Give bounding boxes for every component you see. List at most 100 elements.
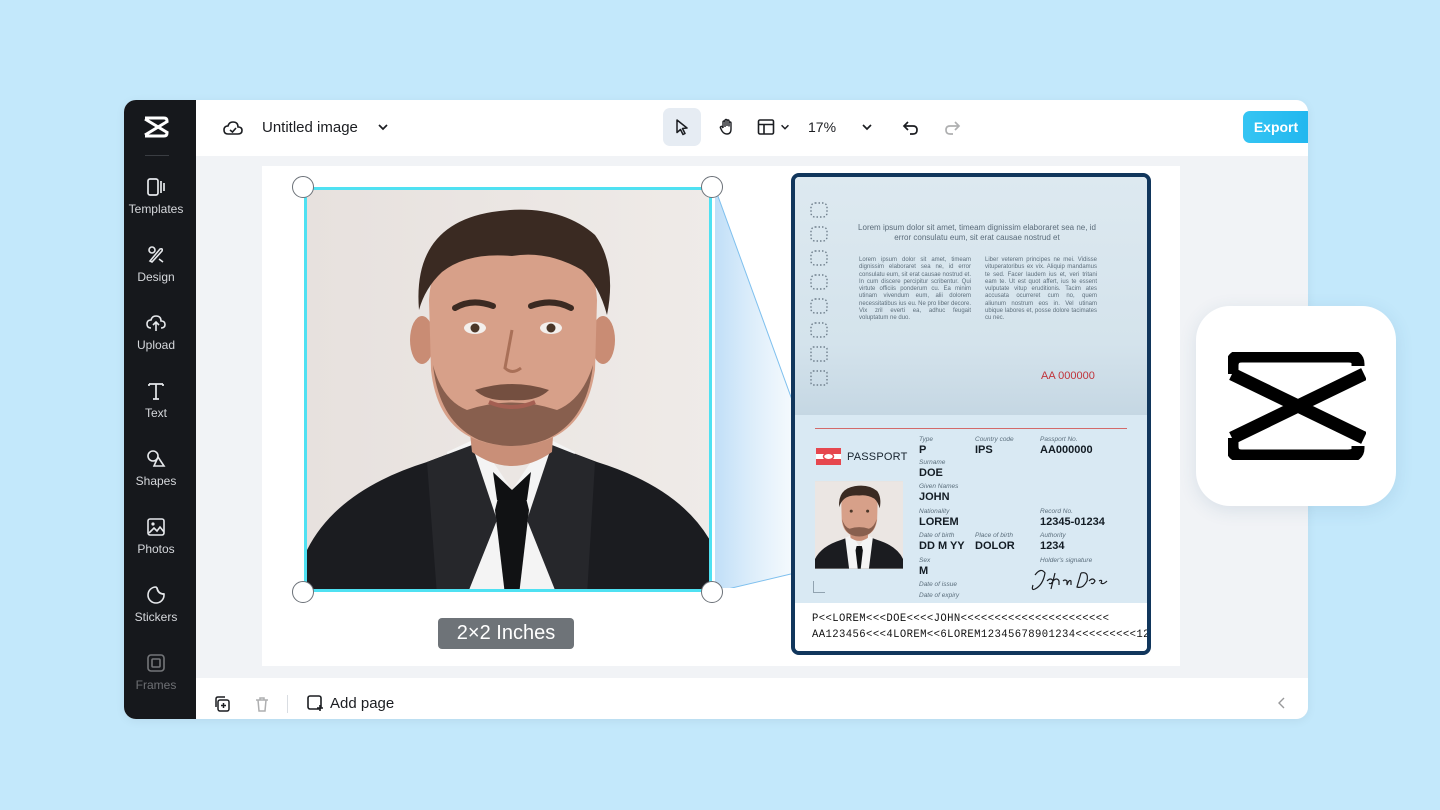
capcut-logo-icon — [1228, 352, 1366, 460]
passport-intro-text: Lorem ipsum dolor sit amet, timeam digni… — [858, 223, 1096, 242]
toolbar-divider — [287, 695, 288, 713]
add-page-button[interactable]: Add page — [306, 692, 394, 714]
undo-icon[interactable] — [900, 116, 922, 138]
signature-image — [1031, 569, 1108, 591]
cloud-saved-icon[interactable] — [222, 117, 244, 139]
resize-handle-bottom-right[interactable] — [701, 581, 723, 603]
stickers-icon — [147, 586, 165, 604]
top-toolbar: Untitled image 17% Export — [196, 100, 1308, 156]
field-type: P — [919, 444, 927, 456]
zoom-chevron-down-icon[interactable] — [860, 120, 874, 134]
hand-tool-button[interactable] — [708, 108, 746, 146]
sidebar-item-label: Templates — [128, 202, 184, 216]
photos-icon — [147, 518, 165, 536]
mrz-line-2: AA123456<<<4LOREM<<6LOREM12345678901234<… — [812, 629, 1150, 641]
layout-icon — [757, 119, 774, 135]
field-dob: DD M YY — [919, 540, 965, 552]
chevron-down-icon — [780, 124, 789, 130]
perforation-number — [810, 202, 828, 386]
select-tool-button[interactable] — [663, 108, 701, 146]
sidebar-item-design[interactable]: Design — [124, 244, 188, 304]
shapes-icon — [147, 450, 166, 467]
layout-tool-button[interactable] — [752, 108, 794, 146]
resize-handle-top-left[interactable] — [292, 176, 314, 198]
sidebar-item-label: Shapes — [135, 474, 177, 488]
templates-icon — [147, 178, 165, 196]
field-label-signature: Holder's signature — [1040, 557, 1093, 564]
field-pob: DOLOR — [975, 540, 1015, 552]
mrz-line-1: P<<LOREM<<<DOE<<<<JOHN<<<<<<<<<<<<<<<<<<… — [812, 613, 1110, 625]
passport-top-page: Lorem ipsum dolor sit amet, timeam digni… — [795, 177, 1147, 415]
sidebar-item-text[interactable]: Text — [124, 380, 188, 440]
sidebar: Templates Design Upload Text Shapes Phot… — [124, 100, 196, 719]
sidebar-item-frames[interactable]: Frames — [124, 652, 188, 712]
field-label-nationality: Nationality — [919, 508, 950, 515]
field-given: JOHN — [919, 491, 950, 503]
capcut-logo-icon — [144, 116, 169, 138]
sidebar-item-label: Photos — [137, 542, 175, 556]
sidebar-item-label: Text — [144, 406, 167, 420]
sidebar-item-label: Design — [137, 270, 175, 284]
field-nationality: LOREM — [919, 516, 959, 528]
portrait-photo[interactable] — [304, 187, 712, 592]
chevron-down-icon[interactable] — [376, 120, 390, 134]
redo-icon[interactable] — [941, 116, 963, 138]
portrait-image — [307, 190, 709, 589]
field-sex: M — [919, 565, 929, 577]
field-label-passport-no: Passport No. — [1040, 436, 1078, 443]
sidebar-item-label: Frames — [135, 678, 177, 692]
delete-page-icon[interactable] — [253, 695, 271, 713]
size-label: 2×2 Inches — [438, 618, 574, 649]
field-label-type: Type — [919, 436, 933, 443]
sidebar-item-upload[interactable]: Upload — [124, 312, 188, 372]
passport-heading: PASSPORT — [847, 451, 908, 463]
text-icon — [148, 383, 164, 400]
field-label-authority: Authority — [1040, 532, 1066, 539]
flag-icon — [816, 448, 841, 465]
sidebar-item-label: Stickers — [134, 610, 178, 624]
chevron-left-icon[interactable] — [1274, 695, 1288, 711]
field-label-dob: Date of birth — [919, 532, 955, 539]
export-button[interactable]: Export — [1243, 111, 1308, 143]
field-label-surname: Surname — [919, 459, 946, 466]
document-title[interactable]: Untitled image — [262, 119, 358, 136]
sidebar-divider — [145, 155, 169, 156]
sidebar-item-shapes[interactable]: Shapes — [124, 448, 188, 508]
frames-icon — [147, 654, 165, 672]
bottom-toolbar: Add page — [196, 678, 1308, 719]
passport-portrait-image — [815, 481, 903, 569]
field-passport-no: AA000000 — [1040, 444, 1093, 456]
divider-line — [815, 428, 1127, 429]
field-label-given: Given Names — [919, 483, 959, 490]
sidebar-item-templates[interactable]: Templates — [124, 176, 188, 236]
pointer-icon — [676, 119, 688, 136]
passport-photo — [815, 481, 903, 569]
resize-handle-bottom-left[interactable] — [292, 581, 314, 603]
field-label-pob: Place of birth — [975, 532, 1013, 539]
field-label-issue: Date of issue — [919, 581, 957, 588]
machine-readable-zone: P<<LOREM<<<DOE<<<<JOHN<<<<<<<<<<<<<<<<<<… — [795, 603, 1147, 651]
field-surname: DOE — [919, 467, 943, 479]
design-icon — [148, 246, 164, 263]
duplicate-page-icon[interactable] — [213, 695, 231, 713]
field-label-country: Country code — [975, 436, 1014, 443]
hand-icon — [719, 118, 732, 135]
sidebar-item-stickers[interactable]: Stickers — [124, 584, 188, 644]
corner-mark — [813, 581, 825, 593]
resize-handle-top-right[interactable] — [701, 176, 723, 198]
capcut-app-tile — [1196, 306, 1396, 506]
zoom-level[interactable]: 17% — [808, 119, 836, 135]
field-label-expiry: Date of expiry — [919, 592, 960, 599]
sidebar-item-label: Upload — [136, 338, 176, 352]
passport-preview[interactable]: Lorem ipsum dolor sit amet, timeam digni… — [791, 173, 1151, 655]
field-label-sex: Sex — [919, 557, 931, 564]
sidebar-item-photos[interactable]: Photos — [124, 516, 188, 576]
passport-serial: AA 000000 — [1041, 370, 1095, 382]
add-page-label: Add page — [330, 694, 395, 712]
add-page-icon — [307, 695, 323, 711]
field-country: IPS — [975, 444, 993, 456]
field-authority: 1234 — [1040, 540, 1065, 552]
field-label-record: Record No. — [1040, 508, 1073, 515]
passport-text-right: Liber veterem principes ne mei. Vidisse … — [985, 257, 1097, 322]
passport-text-left: Lorem ipsum dolor sit amet, timeam digni… — [859, 257, 971, 322]
